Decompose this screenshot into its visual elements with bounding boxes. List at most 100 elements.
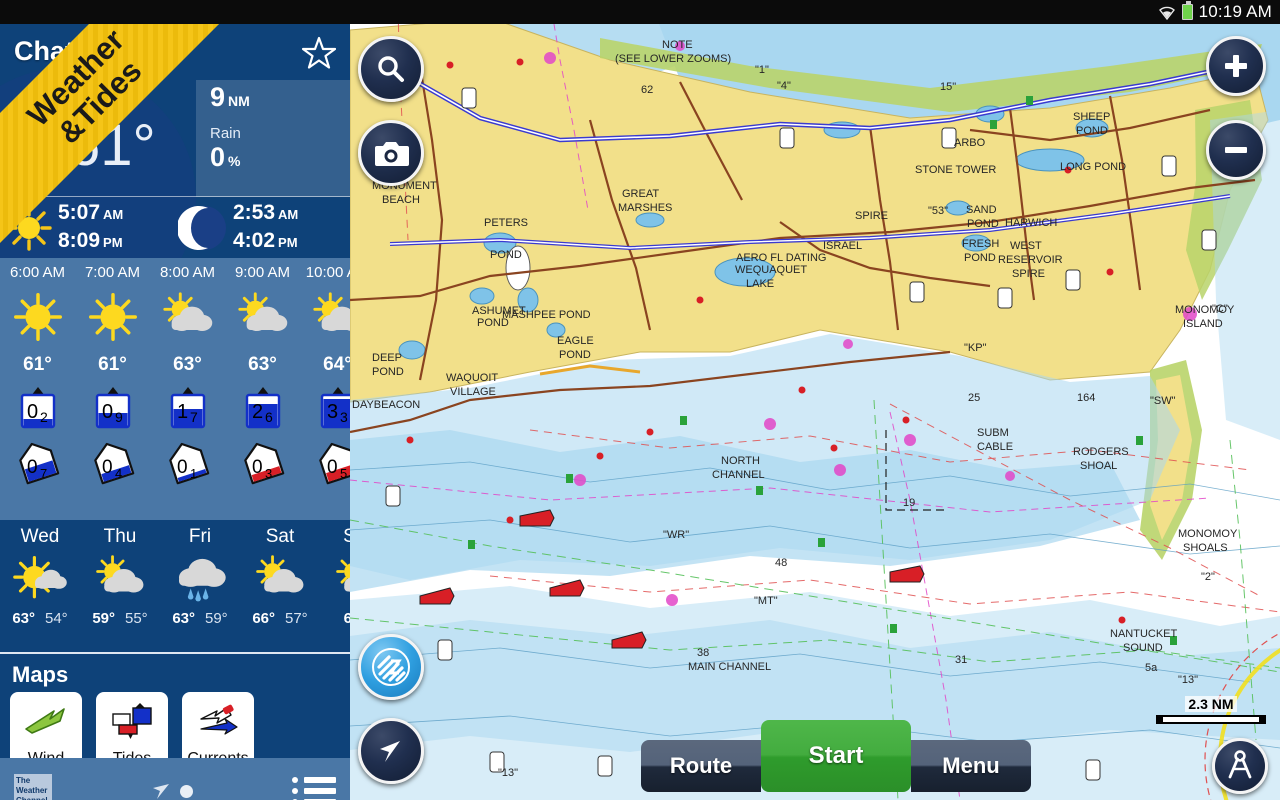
chart-label: GREAT <box>622 188 659 200</box>
chart-label: POND <box>372 366 404 378</box>
plus-icon[interactable] <box>1206 36 1266 96</box>
hour-temperature: 63° <box>173 354 202 375</box>
hour-temperature: 64° <box>323 354 350 375</box>
hour-condition-icon <box>225 281 300 353</box>
sunrise-sunset-block: 5:07 AM 8:09 PM <box>0 199 175 257</box>
svg-text:0: 0 <box>177 457 188 478</box>
svg-text:3: 3 <box>265 466 272 481</box>
svg-text:3: 3 <box>340 409 348 425</box>
start-button[interactable]: Start <box>761 720 911 792</box>
tide-icon: 02 <box>20 387 55 429</box>
hourly-forecast-item[interactable]: 8:00 AM 63° 1 7 0 1 <box>150 258 225 520</box>
rain-unit: % <box>228 153 241 169</box>
chart-label: WEST <box>1010 240 1042 252</box>
hourly-forecast-item[interactable]: 7:00 AM 61° 0 9 0 4 <box>75 258 150 520</box>
search-icon[interactable] <box>358 36 424 102</box>
hour-tide: 33 <box>300 380 350 436</box>
rain-label: Rain <box>210 125 241 142</box>
list-icon[interactable] <box>292 777 336 800</box>
svg-text:9: 9 <box>115 409 123 425</box>
visibility-metric: 9 NM <box>210 82 350 113</box>
daily-forecast-item[interactable]: Wed 63° 54° <box>0 520 80 652</box>
day-name: Fri <box>188 526 212 547</box>
moonrise-moonset-block: 2:53 AM 4:02 PM <box>175 199 350 257</box>
day-name: Sat <box>265 526 295 547</box>
daily-forecast-item[interactable]: Thu 59° 55° <box>80 520 160 652</box>
chart-label: SHOAL <box>1080 460 1117 472</box>
wind-arrow-glyph <box>25 708 65 734</box>
hourly-forecast-strip[interactable]: 6:00 AM 61° 0 2 0 7 7:00 AM 61° 0 9 0 4 8:00 AM 63° 1 7… <box>0 258 350 520</box>
dividers-icon[interactable] <box>1212 738 1268 794</box>
chart-label: "MT" <box>754 595 778 607</box>
layers-icon[interactable] <box>358 634 424 700</box>
chart-label: SHEEP <box>1073 111 1110 123</box>
daily-forecast-item[interactable]: Fri 63° 59° <box>160 520 240 652</box>
moon-glyph <box>178 205 226 250</box>
svg-text:0: 0 <box>327 457 338 478</box>
heading-arrow-icon[interactable] <box>358 718 424 784</box>
chart-label: LAKE <box>746 278 774 290</box>
chart-label: PETERS <box>484 217 528 229</box>
hourly-forecast-item[interactable]: 6:00 AM 61° 0 2 0 7 <box>0 258 75 520</box>
chart-label: "KP" <box>964 342 987 354</box>
camera-icon[interactable] <box>358 120 424 186</box>
current-temperature: 61° <box>68 113 156 178</box>
chart-label: POND <box>964 252 996 264</box>
map-action-bar: Route Start Menu <box>641 720 1031 792</box>
chart-label: 164 <box>1077 392 1095 404</box>
menu-button[interactable]: Menu <box>911 740 1031 792</box>
chart-label: WEQUAQUET <box>735 264 807 276</box>
chart-label: SPIRE <box>1012 268 1045 280</box>
sunny-icon <box>88 293 137 341</box>
weather-channel-logo: The Weather Channel <box>14 774 52 800</box>
moonset-time: 4:02 <box>233 228 276 252</box>
chart-label: HARWICH <box>1005 217 1057 229</box>
chart-label: WAQUOIT <box>446 372 498 384</box>
location-indicator[interactable] <box>151 780 193 800</box>
svg-text:0: 0 <box>102 401 113 423</box>
chart-label: ISRAEL <box>823 240 862 252</box>
chart-label: POND <box>490 249 522 261</box>
day-condition-icon <box>80 548 160 610</box>
partly-cloudy-icon <box>162 292 212 332</box>
sun-moon-panel: 5:07 AM 8:09 PM 2:53 AM 4:02 PM <box>0 197 350 258</box>
hour-tide: 26 <box>225 380 300 436</box>
chart-label: MAIN CHANNEL <box>688 661 771 673</box>
chart-label: MARSHES <box>618 202 672 214</box>
hour-condition-icon <box>0 281 75 353</box>
hour-time: 9:00 AM <box>234 264 291 281</box>
day-high: 66° <box>252 610 275 627</box>
day-low: 54° <box>45 610 68 627</box>
city-name: Chatham <box>14 36 130 66</box>
hour-current: 04 <box>75 436 150 488</box>
chart-label: 38 <box>697 647 709 659</box>
current-metrics: 9 NM Rain 0% <box>196 80 350 197</box>
star-icon[interactable] <box>301 36 337 70</box>
hour-tide: 17 <box>150 380 225 436</box>
rain-icon <box>179 558 226 602</box>
nautical-chart-map[interactable]: AREANOTE(SEE LOWER ZOOMS)62MONUMENTBEACH… <box>350 0 1280 800</box>
daily-forecast-strip[interactable]: Wed 63° 54° Thu 59° 55° Fri 63° 59° Sat 66° 57° Sun 6… <box>0 520 350 654</box>
route-button[interactable]: Route <box>641 740 761 792</box>
maps-title: Maps <box>12 662 69 687</box>
tide-icon: 26 <box>245 387 280 429</box>
chart-label: MONOMOY <box>1178 528 1238 540</box>
scale-value: 2.3 <box>1188 696 1208 712</box>
chart-label: 25 <box>968 392 980 404</box>
hourly-forecast-item[interactable]: 10:00 AM 64° 33 05 <box>300 258 350 520</box>
svg-text:2: 2 <box>40 409 48 425</box>
current-icon: 03 <box>243 442 284 485</box>
minus-icon[interactable] <box>1206 120 1266 180</box>
chart-label: (SEE LOWER ZOOMS) <box>615 53 731 65</box>
daily-forecast-item[interactable]: Sat 66° 57° <box>240 520 320 652</box>
moonset-ampm: PM <box>278 234 298 250</box>
current-icon: 07 <box>18 442 59 485</box>
daily-forecast-item[interactable]: Sun 64° <box>320 520 350 652</box>
app-root: AREANOTE(SEE LOWER ZOOMS)62MONUMENTBEACH… <box>0 0 1280 800</box>
chart-label: NANTUCKET <box>1110 628 1178 640</box>
chart-label: MASHPEE POND <box>502 309 591 321</box>
chart-label: RODGERS <box>1073 446 1129 458</box>
hourly-forecast-item[interactable]: 9:00 AM 63° 2 6 0 3 <box>225 258 300 520</box>
hour-condition-icon <box>150 281 225 353</box>
chart-label: EAGLE <box>557 335 594 347</box>
